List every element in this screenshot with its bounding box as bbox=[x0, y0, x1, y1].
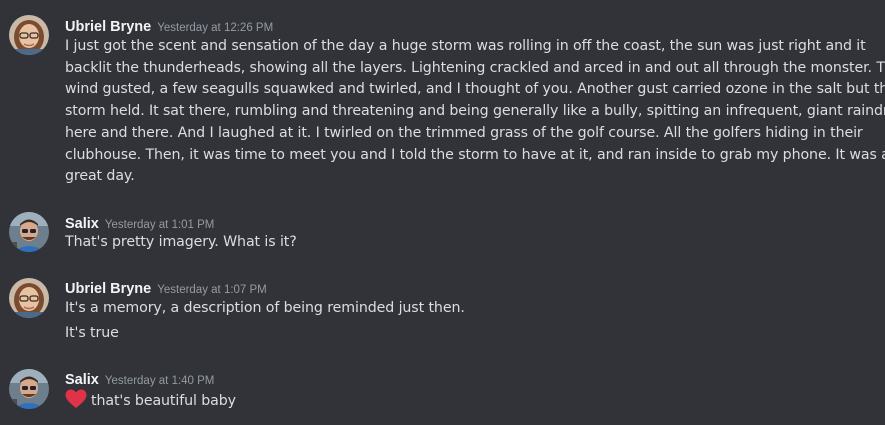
avatar-ubriel[interactable] bbox=[9, 15, 49, 55]
message-text-line: clubhouse. Then, it was time to meet you… bbox=[65, 146, 885, 163]
message-text-line: wind gusted, a few seagulls squawked and… bbox=[65, 81, 885, 98]
message-text-line: here and there. And I laughed at it. I t… bbox=[65, 124, 863, 141]
message-group-salix-1: Salix Yesterday at 1:01 PM That's pretty … bbox=[0, 200, 885, 265]
avatar-salix-icon bbox=[9, 212, 49, 252]
avatar-ubriel-icon bbox=[9, 278, 49, 318]
chat-message-list: Ubriel Bryne Yesterday at 12:26 PM I just… bbox=[0, 0, 885, 425]
author-name[interactable]: Ubriel Bryne bbox=[65, 281, 151, 297]
message-header: Ubriel Bryne Yesterday at 12:26 PM bbox=[65, 16, 273, 38]
message-timestamp[interactable]: Yesterday at 12:26 PM bbox=[157, 22, 273, 34]
message-text-line: That's pretty imagery. What is it? bbox=[65, 234, 297, 250]
message-followup: It's true bbox=[65, 323, 871, 345]
avatar-ubriel[interactable] bbox=[9, 278, 49, 318]
avatar-salix-icon bbox=[9, 369, 49, 409]
message-timestamp[interactable]: Yesterday at 1:40 PM bbox=[105, 375, 215, 387]
message-group-ubriel-2: Ubriel Bryne Yesterday at 1:07 PM It's a … bbox=[0, 265, 885, 355]
avatar-ubriel-icon bbox=[9, 15, 49, 55]
message-timestamp[interactable]: Yesterday at 1:07 PM bbox=[157, 284, 267, 296]
author-name[interactable]: Salix bbox=[65, 216, 99, 232]
message-header: Salix Yesterday at 1:40 PM bbox=[65, 369, 214, 391]
message-content: that's beautiful baby bbox=[65, 389, 871, 417]
message-timestamp[interactable]: Yesterday at 1:01 PM bbox=[105, 219, 215, 231]
message-header: Ubriel Bryne Yesterday at 1:07 PM bbox=[65, 278, 267, 300]
message-content: It's a memory, a description of being re… bbox=[65, 298, 871, 320]
message-content: I just got the scent and sensation of th… bbox=[65, 36, 885, 188]
message-group-salix-2: Salix Yesterday at 1:40 PM that's beautif… bbox=[0, 355, 885, 425]
message-text: that's beautiful baby bbox=[91, 393, 236, 409]
author-name[interactable]: Ubriel Bryne bbox=[65, 19, 151, 35]
message-content: That's pretty imagery. What is it? bbox=[65, 232, 871, 254]
message-text-line: backlit the thunderheads, showing all th… bbox=[65, 59, 885, 76]
avatar-salix[interactable] bbox=[9, 212, 49, 252]
message-text-line: that's beautiful baby bbox=[65, 389, 871, 417]
message-text-line: great day. bbox=[65, 168, 135, 185]
author-name[interactable]: Salix bbox=[65, 372, 99, 388]
avatar-salix[interactable] bbox=[9, 369, 49, 409]
message-group-ubriel-1: Ubriel Bryne Yesterday at 12:26 PM I just… bbox=[0, 0, 885, 200]
message-text-line: It's a memory, a description of being re… bbox=[65, 300, 465, 316]
message-text-line: I just got the scent and sensation of th… bbox=[65, 38, 866, 54]
message-text-line: It's true bbox=[65, 325, 119, 341]
message-text-line: storm held. It sat there, rumbling and t… bbox=[65, 103, 885, 120]
heart-icon[interactable] bbox=[65, 389, 87, 417]
